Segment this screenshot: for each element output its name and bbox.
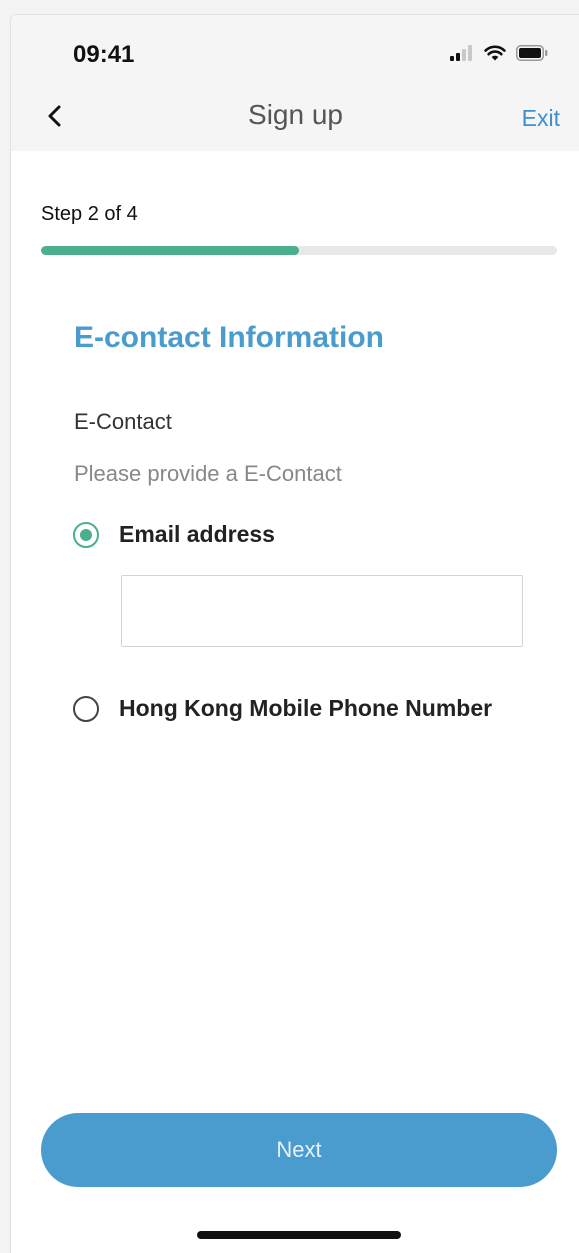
radio-option-email[interactable]: Email address <box>73 521 275 548</box>
section-title: E-contact Information <box>74 321 385 354</box>
field-help-text: Please provide a E-Contact <box>74 461 342 486</box>
home-indicator <box>197 1231 401 1239</box>
progress-bar <box>41 246 557 255</box>
radio-button-phone[interactable] <box>73 695 99 722</box>
status-time: 09:41 <box>73 41 135 68</box>
radio-option-phone[interactable]: Hong Kong Mobile Phone Number <box>73 695 492 722</box>
wifi-icon <box>484 45 506 61</box>
field-label: E-Contact <box>74 409 172 434</box>
next-button[interactable]: Next <box>41 1113 557 1187</box>
progress-bar-fill <box>41 246 299 255</box>
battery-icon <box>516 45 548 61</box>
radio-label-email: Email address <box>119 521 275 547</box>
step-indicator-label: Step 2 of 4 <box>41 203 138 225</box>
phone-screen: 09:41 Sign up Exit Step 2 of 4 E-contact… <box>10 14 579 1253</box>
header-bar: 09:41 Sign up Exit <box>11 15 579 151</box>
radio-button-email[interactable] <box>73 521 99 548</box>
signal-bars-icon <box>450 45 472 61</box>
status-icons <box>450 45 548 61</box>
exit-button[interactable]: Exit <box>522 105 560 132</box>
radio-label-phone: Hong Kong Mobile Phone Number <box>119 695 493 721</box>
page-title: Sign up <box>248 99 343 130</box>
email-input[interactable] <box>121 575 523 647</box>
